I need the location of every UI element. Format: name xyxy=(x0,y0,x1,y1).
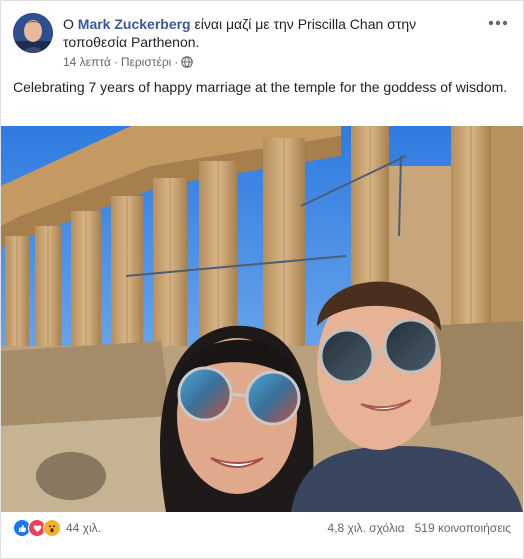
post-meta: 14 λεπτά · Περιστέρι · xyxy=(63,55,194,69)
comments-count-link[interactable]: 4,8 χιλ. σχόλια xyxy=(328,521,405,535)
meta-separator: · xyxy=(174,55,179,69)
more-options-button[interactable] xyxy=(485,13,511,33)
location-link[interactable]: Περιστέρι xyxy=(121,55,172,69)
meta-separator: · xyxy=(113,55,118,69)
post-header: Ο Mark Zuckerberg είναι μαζί με την Pris… xyxy=(13,13,511,69)
post-card: Ο Mark Zuckerberg είναι μαζί με την Pris… xyxy=(0,0,524,559)
more-dots-icon xyxy=(488,20,508,26)
author-name-link[interactable]: Mark Zuckerberg xyxy=(78,16,191,32)
with-text: είναι μαζί με την xyxy=(194,16,294,32)
post-header-text: Ο Mark Zuckerberg είναι μαζί με την Pris… xyxy=(63,15,471,51)
reactions-summary[interactable]: 44 χιλ. xyxy=(13,519,101,537)
post-message: Celebrating 7 years of happy marriage at… xyxy=(13,79,508,95)
timestamp-link[interactable]: 14 λεπτά xyxy=(63,55,111,69)
wow-icon xyxy=(43,519,61,537)
globe-icon[interactable] xyxy=(181,56,194,68)
prefix-text: Ο xyxy=(63,16,74,32)
author-avatar[interactable] xyxy=(13,13,53,53)
place-link[interactable]: Parthenon. xyxy=(131,34,200,50)
shares-count-link[interactable]: 519 κοινοποιήσεις xyxy=(415,521,511,535)
tagged-user-link[interactable]: Priscilla Chan xyxy=(298,16,384,32)
reactions-count: 44 χιλ. xyxy=(66,521,101,535)
engagement-stats: 4,8 χιλ. σχόλια 519 κοινοποιήσεις xyxy=(328,521,511,535)
post-photo[interactable] xyxy=(1,126,523,512)
post-footer: 44 χιλ. 4,8 χιλ. σχόλια 519 κοινοποιήσει… xyxy=(13,519,511,541)
